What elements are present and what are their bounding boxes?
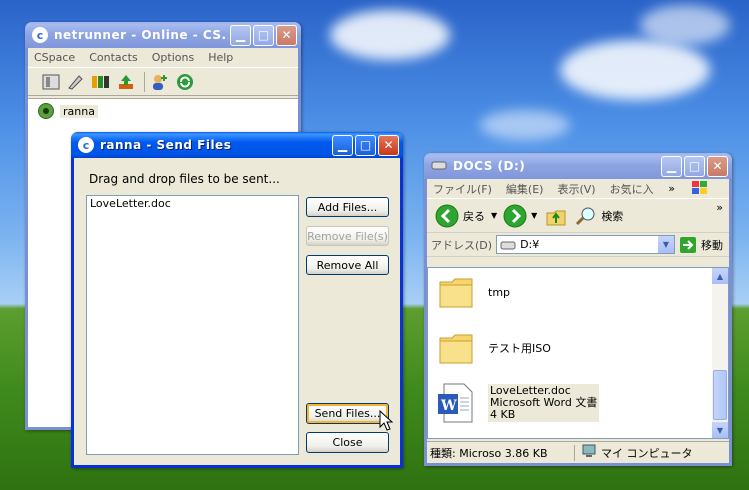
search-icon	[576, 207, 595, 225]
send-files-button[interactable]: Send Files...	[306, 403, 389, 424]
back-arrow-icon	[435, 204, 459, 227]
send-files-title: ranna - Send Files	[100, 138, 232, 152]
scroll-up-button[interactable]: ▲	[712, 268, 728, 284]
explorer-toolbar: 戻る ▼ ▼ 検索 »	[427, 199, 729, 233]
go-label: 移動	[701, 238, 723, 252]
drive-icon	[431, 159, 447, 174]
menu-edit[interactable]: 編集(E)	[506, 181, 544, 197]
menu-favorites[interactable]: お気に入	[610, 181, 654, 197]
remove-all-button[interactable]: Remove All	[306, 255, 389, 275]
go-button[interactable]: 移動	[679, 236, 723, 254]
drive-icon	[500, 241, 516, 249]
send-files-window: c ranna - Send Files ▁ □ ✕ Drag and drop…	[71, 132, 403, 468]
address-bar: アドレス(D) D:¥ ▼ 移動	[427, 233, 729, 257]
refresh-icon[interactable]	[174, 71, 196, 93]
file-details: LoveLetter.doc Microsoft Word 文書 4 KB	[488, 384, 600, 422]
upload-icon[interactable]	[115, 71, 137, 93]
back-button[interactable]: 戻る ▼	[435, 204, 497, 228]
panel-icon[interactable]	[40, 71, 62, 93]
edit-icon[interactable]	[65, 71, 87, 93]
contact-item[interactable]: ranna	[28, 99, 298, 119]
close-button[interactable]: ✕	[276, 24, 297, 46]
close-button[interactable]: ✕	[378, 134, 399, 156]
cspace-titlebar[interactable]: c netrunner - Online - CS... ▁ □ ✕	[25, 22, 301, 48]
remove-files-button[interactable]: Remove File(s)	[306, 226, 389, 246]
close-dialog-button[interactable]: Close	[306, 432, 389, 453]
vertical-scrollbar[interactable]: ▲ ▼	[712, 268, 728, 438]
cspace-menubar: CSpace Contacts Options Help	[28, 48, 298, 68]
explorer-window: DOCS (D:) ▁ □ ✕ ファイル(F) 編集(E) 表示(V) お気に入…	[424, 153, 732, 466]
explorer-titlebar[interactable]: DOCS (D:) ▁ □ ✕	[424, 153, 732, 179]
windows-logo-icon	[691, 180, 709, 199]
mouse-cursor-icon	[379, 410, 393, 431]
address-value: D:¥	[520, 238, 540, 251]
cspace-title: netrunner - Online - CS...	[54, 28, 228, 42]
status-bar: 種類: Microso 3.86 KB マイ コンピュータ	[427, 441, 729, 463]
menu-help[interactable]: Help	[208, 51, 233, 64]
address-field[interactable]: D:¥ ▼	[496, 235, 675, 254]
contact-name: ranna	[60, 104, 98, 118]
status-type: 種類: Microso 3.86 KB	[427, 444, 575, 461]
instruction-text: Drag and drop files to be sent...	[89, 172, 280, 186]
computer-icon	[581, 444, 597, 461]
search-label: 検索	[601, 209, 624, 223]
file-name: tmp	[488, 285, 511, 299]
maximize-button[interactable]: □	[253, 24, 274, 46]
search-button[interactable]: 検索	[575, 205, 623, 227]
address-label: アドレス(D)	[431, 238, 493, 252]
minimize-button[interactable]: ▁	[332, 134, 353, 156]
svg-text:W: W	[440, 398, 457, 414]
send-files-titlebar[interactable]: c ranna - Send Files ▁ □ ✕	[71, 132, 403, 158]
back-label: 戻る	[463, 209, 485, 223]
folder-icon	[439, 278, 473, 308]
folder-icon	[439, 334, 473, 364]
file-view: tmp テスト用ISO W LoveLetter.doc Microsoft W…	[427, 267, 729, 439]
menu-view[interactable]: 表示(V)	[557, 181, 595, 197]
scroll-thumb[interactable]	[713, 370, 727, 420]
forward-button[interactable]: ▼	[503, 204, 537, 228]
minimize-button[interactable]: ▁	[230, 24, 251, 46]
list-item[interactable]: テスト用ISO	[438, 330, 551, 366]
minimize-button[interactable]: ▁	[661, 155, 682, 177]
cspace-toolbar	[28, 68, 298, 96]
add-contact-icon[interactable]	[149, 71, 171, 93]
file-name: テスト用ISO	[488, 342, 551, 355]
word-document-icon: W	[438, 383, 473, 423]
toolbar-overflow-icon[interactable]: »	[716, 201, 723, 214]
files-icon[interactable]	[90, 71, 112, 93]
menu-contacts[interactable]: Contacts	[89, 51, 138, 64]
list-item[interactable]: W LoveLetter.doc Microsoft Word 文書 4 KB	[436, 382, 600, 424]
contact-status-icon	[38, 103, 54, 119]
forward-arrow-icon	[503, 204, 527, 227]
address-dropdown-icon[interactable]: ▼	[658, 236, 674, 253]
scroll-down-button[interactable]: ▼	[712, 422, 728, 438]
go-arrow-icon	[680, 236, 696, 253]
add-files-button[interactable]: Add Files...	[306, 197, 389, 217]
close-button[interactable]: ✕	[707, 155, 728, 177]
menu-options[interactable]: Options	[152, 51, 194, 64]
explorer-title: DOCS (D:)	[453, 159, 526, 173]
menu-file[interactable]: ファイル(F)	[433, 181, 492, 197]
maximize-button[interactable]: □	[684, 155, 705, 177]
status-location: マイ コンピュータ	[601, 446, 693, 460]
cspace-app-icon: c	[78, 137, 94, 153]
file-list[interactable]: LoveLetter.doc	[86, 195, 299, 455]
up-folder-icon[interactable]	[545, 205, 567, 227]
explorer-menubar: ファイル(F) 編集(E) 表示(V) お気に入 »	[427, 179, 729, 199]
menu-overflow-icon[interactable]: »	[668, 182, 675, 195]
file-size: 4 KB	[490, 408, 516, 421]
maximize-button[interactable]: □	[355, 134, 376, 156]
cspace-app-icon: c	[32, 27, 48, 43]
list-item[interactable]: LoveLetter.doc	[87, 196, 298, 211]
list-item[interactable]: tmp	[438, 274, 510, 310]
menu-cspace[interactable]: CSpace	[34, 51, 75, 64]
